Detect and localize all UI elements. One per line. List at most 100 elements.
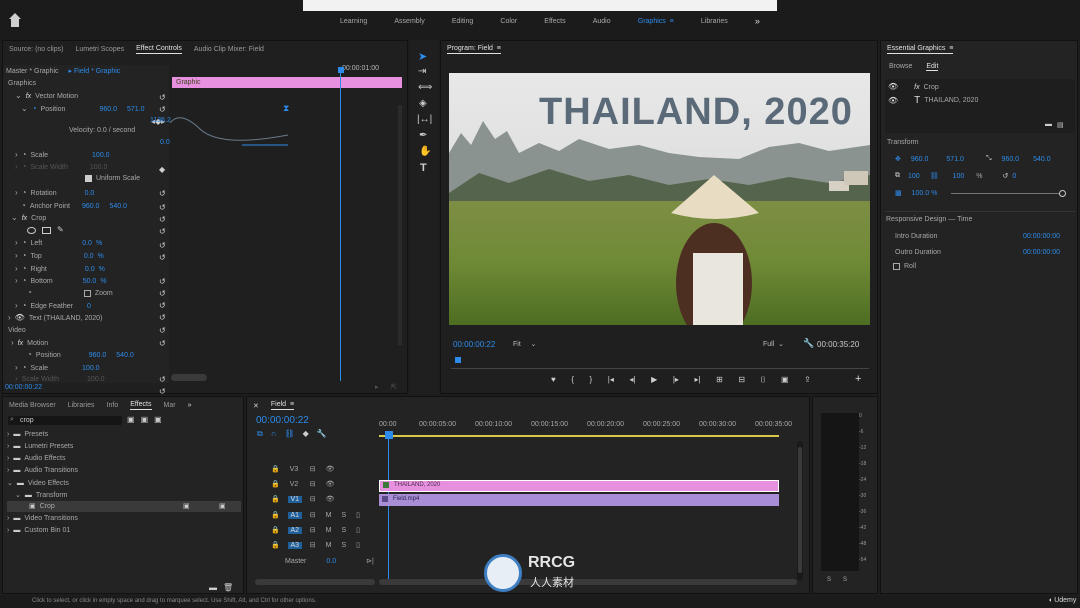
32bit-effects-icon[interactable]: ▣	[141, 415, 149, 424]
motion-position-y[interactable]: 540.0	[116, 352, 134, 359]
go-to-out-icon[interactable]: ▸|	[694, 375, 700, 385]
stopwatch-icon[interactable]: ◔	[32, 105, 37, 113]
wrench-icon[interactable]: 🔧	[803, 338, 814, 349]
tree-item-presets[interactable]: › ▬ Presets	[7, 431, 48, 438]
marker-icon[interactable]: ◆	[303, 429, 309, 439]
position-x-value[interactable]: 960.0	[99, 106, 117, 113]
timeline-ruler[interactable]: 00:00 00:00:05:00 00:00:10:00 00:00:15:0…	[379, 421, 799, 439]
eye-icon[interactable]: 👁	[326, 495, 335, 503]
go-to-icon[interactable]: ⊳|	[366, 557, 374, 565]
stopwatch-icon[interactable]: ◔	[22, 302, 27, 310]
reset-icon[interactable]: ↺	[159, 215, 166, 224]
hand-tool-icon[interactable]: ✋	[419, 146, 431, 157]
clip-selector[interactable]: Master * Graphic ▸ Field * Graphic	[6, 67, 120, 76]
stopwatch-icon[interactable]: ◔	[22, 239, 27, 247]
yuv-effects-icon[interactable]: ▣	[154, 415, 162, 424]
workspace-more-button[interactable]: »	[755, 16, 760, 30]
timeline-title[interactable]: Field ≡	[270, 401, 295, 410]
tab-lumetri-scopes[interactable]: Lumetri Scopes	[75, 46, 124, 53]
scale-value[interactable]: 100.0	[92, 152, 110, 159]
eye-icon[interactable]: 👁	[888, 96, 898, 105]
eye-icon[interactable]: 👁	[888, 83, 898, 91]
step-back-icon[interactable]: ◂|	[629, 375, 635, 385]
track-label[interactable]: V3	[290, 466, 302, 473]
export-icon[interactable]: ⇱	[391, 383, 397, 391]
workspace-tab-editing[interactable]: Editing	[452, 18, 473, 30]
uniform-scale-checkbox[interactable]	[85, 175, 92, 182]
tree-item-video-effects[interactable]: ⌄ ▬ Video Effects	[7, 479, 69, 488]
delete-icon[interactable]: 🗑	[223, 583, 233, 592]
eg-anchor-x[interactable]: 960.0	[1002, 156, 1020, 163]
effect-playhead-marker[interactable]	[338, 67, 344, 73]
edge-feather-value[interactable]: 0	[87, 303, 91, 310]
timeline-vscroll[interactable]	[797, 441, 803, 581]
reset-icon[interactable]: ↺	[159, 253, 166, 262]
ripple-tool-icon[interactable]: ⟺	[418, 82, 432, 93]
crop-left-value[interactable]: 0.0	[82, 240, 92, 247]
share-icon[interactable]: ⇪	[804, 375, 811, 385]
effects-search-input[interactable]: crop	[20, 417, 34, 424]
tree-item-video-transitions[interactable]: › ▬ Video Transitions	[7, 515, 78, 522]
solo-button[interactable]: S	[341, 512, 346, 519]
workspace-tab-graphics[interactable]: Graphics ≡	[638, 18, 674, 30]
mute-button[interactable]: M	[326, 512, 332, 519]
ellipse-mask-icon[interactable]	[27, 226, 36, 234]
track-label[interactable]: A1	[287, 511, 302, 519]
opacity-slider[interactable]	[951, 190, 1066, 197]
master-volume-value[interactable]: 0.0	[326, 558, 336, 565]
sync-lock-icon[interactable]: ⊟	[310, 541, 316, 549]
step-forward-icon[interactable]: |▸	[673, 375, 679, 385]
anchor-y-value[interactable]: 540.0	[109, 203, 127, 210]
home-icon[interactable]	[8, 12, 22, 28]
add-button-icon[interactable]: +	[855, 373, 861, 385]
eg-scale-value[interactable]: 100	[908, 173, 920, 180]
track-label[interactable]: V2	[290, 481, 302, 488]
lock-icon[interactable]: 🔒	[271, 465, 280, 473]
effects-search-box[interactable]: ⌕ crop	[8, 416, 122, 425]
tree-item-custom-bin[interactable]: › ▬ Custom Bin 01	[7, 527, 70, 534]
mark-out-icon[interactable]: }	[590, 375, 593, 385]
rotation-value[interactable]: 0.0	[85, 190, 95, 197]
eg-scale-value-2[interactable]: 100	[953, 173, 965, 180]
layer-text[interactable]: 👁 T THAILAND, 2020	[888, 95, 978, 106]
nest-icon[interactable]: ⧉	[257, 429, 263, 439]
timeline-settings-icon[interactable]: 🔧	[317, 429, 327, 439]
tab-browse[interactable]: Browse	[889, 63, 912, 71]
eye-icon[interactable]: 👁	[326, 480, 335, 488]
crop-bottom-value[interactable]: 50.0	[83, 278, 97, 285]
clip-field-video[interactable]: Field.mp4	[379, 494, 779, 506]
tab-libraries[interactable]: Libraries	[68, 402, 95, 409]
effect-zoom-scrollbar[interactable]	[171, 374, 207, 381]
new-folder-icon[interactable]: ▬	[1045, 121, 1052, 129]
workspace-tab-learning[interactable]: Learning	[340, 18, 367, 30]
stopwatch-icon[interactable]: ◔	[22, 151, 27, 159]
reset-icon[interactable]: ↺	[159, 227, 166, 236]
eg-anchor-y[interactable]: 540.0	[1033, 156, 1051, 163]
lock-icon[interactable]: 🔒	[271, 480, 280, 488]
mark-in-icon[interactable]: {	[571, 375, 574, 385]
lift-icon[interactable]: ⊞	[716, 375, 723, 385]
opacity-slider-handle[interactable]	[1059, 190, 1066, 197]
solo-button[interactable]: S	[341, 527, 346, 534]
eg-rotation-value[interactable]: 0	[1012, 173, 1016, 180]
roll-checkbox[interactable]	[893, 263, 900, 270]
track-select-tool-icon[interactable]: ⇥	[418, 66, 426, 77]
new-layer-icon[interactable]: ▤	[1057, 121, 1064, 129]
motion-scale-value[interactable]: 100.0	[82, 365, 100, 372]
lock-icon[interactable]: 🔒	[271, 511, 280, 519]
extract-icon[interactable]: ⊟	[738, 375, 745, 385]
tab-markers[interactable]: Mar	[164, 402, 176, 409]
stopwatch-icon[interactable]: ◔	[27, 351, 32, 359]
sync-lock-icon[interactable]: ⊟	[310, 465, 316, 473]
solo-left-button[interactable]: S	[827, 577, 831, 583]
reset-icon[interactable]: ↺	[159, 301, 166, 310]
reset-icon[interactable]: ↺	[159, 203, 166, 212]
effect-bottom-timecode[interactable]: 00:00:00:22	[5, 384, 42, 391]
pen-mask-icon[interactable]: ✎	[57, 226, 64, 234]
fit-dropdown[interactable]: Fit ⌄	[513, 340, 536, 348]
mute-button[interactable]: M	[326, 527, 332, 534]
crop-right-value[interactable]: 0.0	[85, 266, 95, 273]
zoom-checkbox[interactable]	[83, 289, 91, 297]
eg-position-x[interactable]: 960.0	[911, 156, 929, 163]
keyframe-icon[interactable]: ◆	[159, 165, 165, 174]
